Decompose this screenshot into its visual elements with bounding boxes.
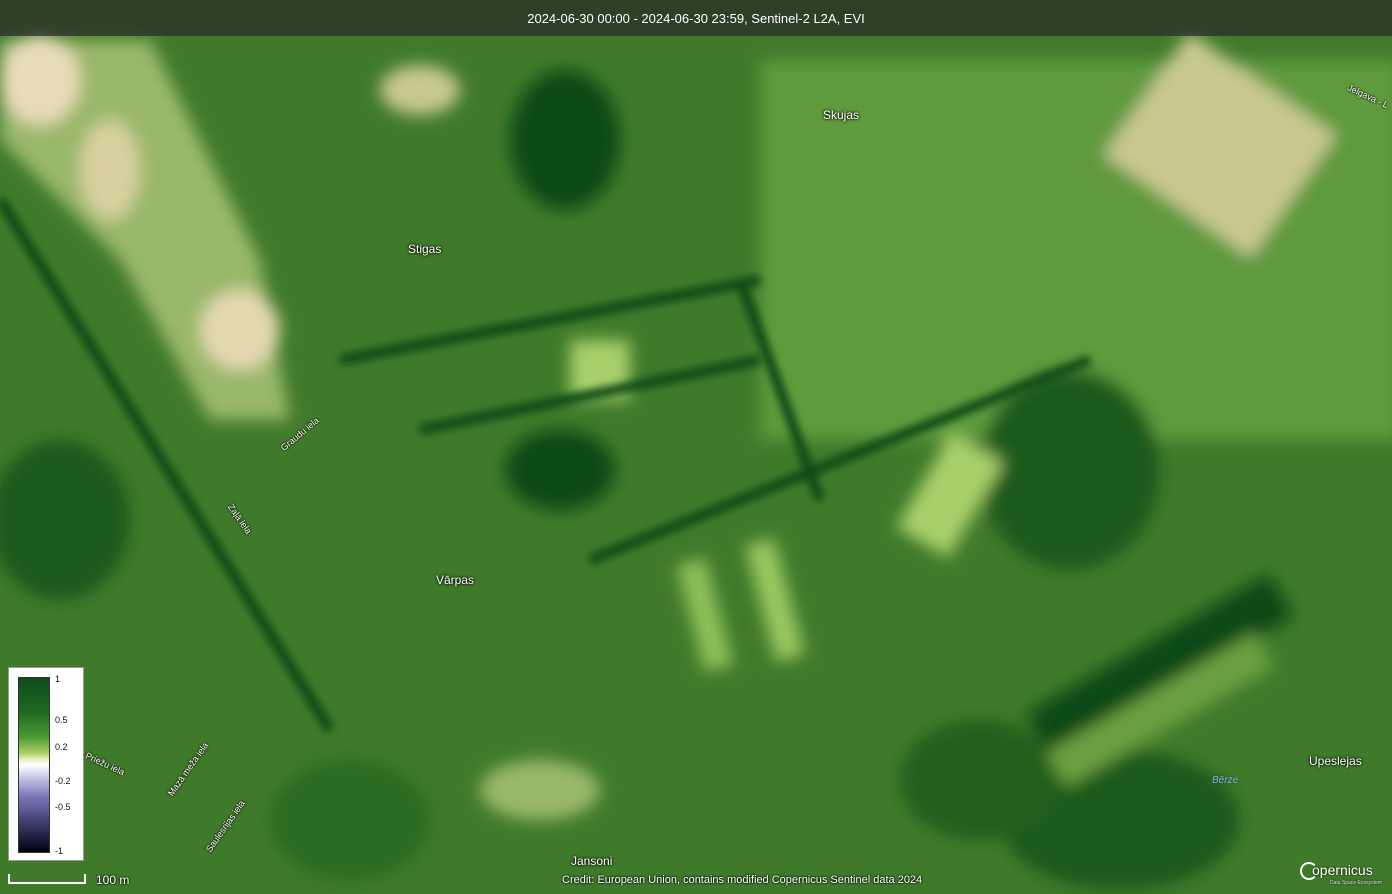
scale-bar: [8, 874, 86, 884]
scale-bar-label: 100 m: [96, 873, 130, 887]
legend-tick: -1: [55, 846, 64, 856]
evi-map-canvas[interactable]: Skujas Stigas Vārpas Jansoni Upeslejas G…: [0, 0, 1392, 894]
legend-color-ramp: [18, 677, 50, 853]
header-title: 2024-06-30 00:00 - 2024-06-30 23:59, Sen…: [527, 10, 865, 26]
place-label-upeslejas: Upeslejas: [1309, 754, 1362, 768]
legend-tick: 1: [55, 674, 61, 684]
place-label-skujas: Skujas: [823, 108, 860, 122]
water-label-berze: Bērze: [1212, 775, 1239, 786]
place-label-varpas: Vārpas: [436, 573, 475, 587]
place-label-stigas: Stigas: [408, 242, 442, 256]
copernicus-logo: opernicus Data Space Ecosystem: [1300, 862, 1382, 886]
legend-tick: 0.2: [55, 742, 68, 752]
evi-legend: 1 0.5 0.2 -0.2 -0.5 -1: [8, 667, 84, 861]
legend-tick: 0.5: [55, 715, 68, 725]
date-layer-header: 2024-06-30 00:00 - 2024-06-30 23:59, Sen…: [0, 0, 1392, 36]
evi-imagery: [0, 0, 1392, 894]
legend-tick: -0.5: [55, 802, 71, 812]
place-label-jansoni: Jansoni: [571, 854, 613, 868]
attribution-credit: Credit: European Union, contains modifie…: [562, 874, 923, 886]
legend-tick: -0.2: [55, 776, 71, 786]
